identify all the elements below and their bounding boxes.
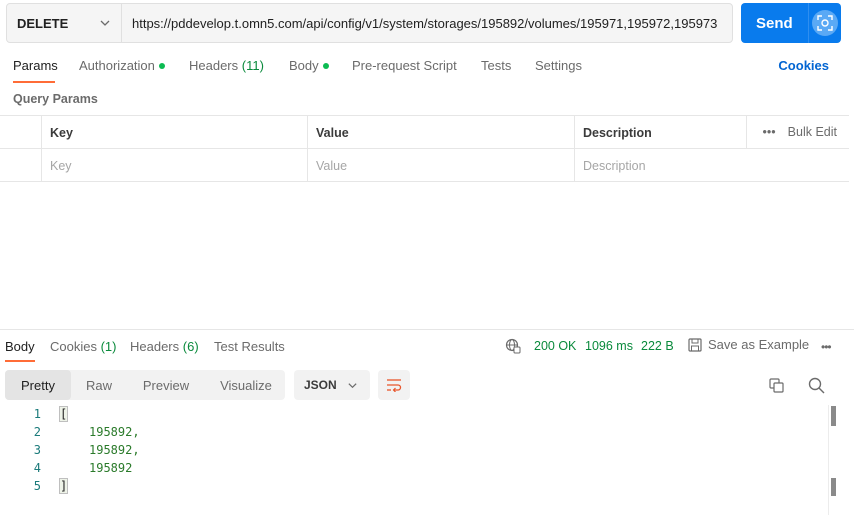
more-options-icon[interactable]: •••: [821, 340, 832, 354]
key-input[interactable]: Key: [42, 149, 307, 182]
more-options-icon[interactable]: •••: [763, 125, 776, 139]
code-text: 195892: [89, 461, 133, 475]
column-header-value: Value: [316, 125, 349, 140]
description-input[interactable]: Description: [575, 149, 847, 182]
wrap-lines-button[interactable]: [378, 370, 410, 400]
code-text: [: [58, 406, 69, 422]
tab-count: (1): [100, 339, 117, 354]
chevron-down-icon: [100, 20, 110, 26]
wrap-icon: [387, 379, 402, 392]
tab-label: Test Results: [214, 339, 285, 354]
tab-headers[interactable]: Headers (11): [189, 58, 264, 73]
tab-response-headers[interactable]: Headers (6): [130, 339, 199, 354]
tab-label: Headers: [189, 58, 239, 73]
bulk-edit-button[interactable]: Bulk Edit: [788, 125, 837, 139]
tab-label: Cookies: [50, 339, 97, 354]
tab-label: Body: [289, 58, 319, 73]
tab-label: Headers: [130, 339, 180, 354]
request-tabs: Params Authorization Headers (11) Body P…: [0, 52, 854, 83]
tab-pre-request-script[interactable]: Pre-request Script: [352, 58, 457, 73]
tab-body[interactable]: Body: [289, 58, 329, 73]
scrollbar-thumb[interactable]: [831, 406, 836, 426]
language-label: JSON: [304, 378, 337, 392]
tab-test-results[interactable]: Test Results: [214, 339, 285, 354]
modified-dot-icon: [158, 62, 165, 69]
format-tabs: Pretty Raw Preview Visualize: [5, 370, 285, 400]
table-row: Key Value Description: [0, 149, 849, 182]
tab-label: Body: [5, 339, 35, 354]
tab-tests[interactable]: Tests: [481, 58, 511, 73]
code-line: 3 195892,: [0, 443, 828, 461]
tab-label: Params: [13, 58, 58, 73]
line-number: 2: [33, 425, 41, 439]
table-header-row: Key Value Description ••• Bulk Edit: [0, 116, 849, 149]
column-divider: [307, 115, 308, 182]
line-number: 1: [33, 407, 41, 421]
tab-label: Authorization: [79, 58, 155, 73]
scrollbar-track: [828, 405, 829, 515]
query-params-title: Query Params: [13, 92, 98, 106]
request-bar: DELETE https://pddevelop.t.omn5.com/api/…: [6, 3, 733, 43]
format-preview[interactable]: Preview: [131, 370, 201, 400]
tab-label: Pre-request Script: [352, 58, 457, 73]
format-pretty[interactable]: Pretty: [5, 370, 71, 400]
response-divider[interactable]: [0, 329, 854, 330]
format-raw[interactable]: Raw: [71, 370, 127, 400]
method-label: DELETE: [17, 15, 69, 31]
column-header-key: Key: [50, 125, 73, 140]
send-options-button[interactable]: [808, 3, 841, 43]
cookies-link[interactable]: Cookies: [778, 58, 829, 73]
modified-dot-icon: [322, 62, 329, 69]
tab-response-cookies[interactable]: Cookies (1): [50, 339, 116, 354]
language-select[interactable]: JSON: [294, 370, 370, 400]
column-divider: [41, 115, 42, 182]
bulk-edit: ••• Bulk Edit: [763, 125, 837, 139]
active-tab-indicator: [5, 360, 35, 362]
search-icon[interactable]: [808, 377, 825, 394]
save-icon: [688, 337, 702, 352]
tab-count: (6): [182, 339, 199, 354]
value-input[interactable]: Value: [308, 149, 574, 182]
active-tab-indicator: [13, 81, 55, 83]
scrollbar-thumb[interactable]: [831, 478, 836, 496]
code-line: 1 [: [0, 406, 828, 425]
code-line: 2 195892,: [0, 425, 828, 443]
send-label: Send: [756, 14, 793, 32]
method-select[interactable]: DELETE: [7, 4, 122, 42]
line-number: 4: [33, 461, 41, 475]
copy-icon[interactable]: [769, 378, 784, 393]
response-body-viewer[interactable]: 1 [ 2 195892, 3 195892, 4 195892 5 ]: [0, 405, 828, 510]
tab-label: Tests: [481, 58, 512, 73]
response-time[interactable]: 1096 ms: [585, 339, 633, 353]
column-divider: [746, 115, 747, 148]
code-text: 195892,: [89, 425, 140, 439]
response-size[interactable]: 222 B: [641, 339, 674, 353]
url-input[interactable]: https://pddevelop.t.omn5.com/api/config/…: [122, 4, 732, 42]
chevron-down-icon: [348, 383, 357, 389]
line-number: 3: [33, 443, 41, 457]
scan-icon: [812, 10, 838, 36]
code-text: 195892,: [89, 443, 140, 457]
code-line: 4 195892: [0, 461, 828, 479]
tab-label: Settings: [535, 58, 582, 73]
globe-icon[interactable]: [505, 338, 521, 354]
column-divider: [574, 115, 575, 182]
save-as-example-button[interactable]: Save as Example: [688, 337, 809, 352]
tab-authorization[interactable]: Authorization: [79, 58, 165, 73]
params-table: Key Value Description ••• Bulk Edit Key …: [0, 115, 849, 182]
tab-count: (11): [241, 58, 264, 73]
line-number: 5: [33, 479, 41, 493]
code-text: ]: [58, 478, 69, 494]
tab-settings[interactable]: Settings: [535, 58, 582, 73]
tab-response-body[interactable]: Body: [5, 339, 35, 354]
format-visualize[interactable]: Visualize: [209, 370, 283, 400]
column-header-description: Description: [583, 125, 652, 140]
tab-params[interactable]: Params: [13, 58, 58, 73]
save-as-example-label: Save as Example: [708, 337, 810, 352]
status-code[interactable]: 200 OK: [534, 339, 576, 353]
code-line: 5 ]: [0, 478, 828, 497]
